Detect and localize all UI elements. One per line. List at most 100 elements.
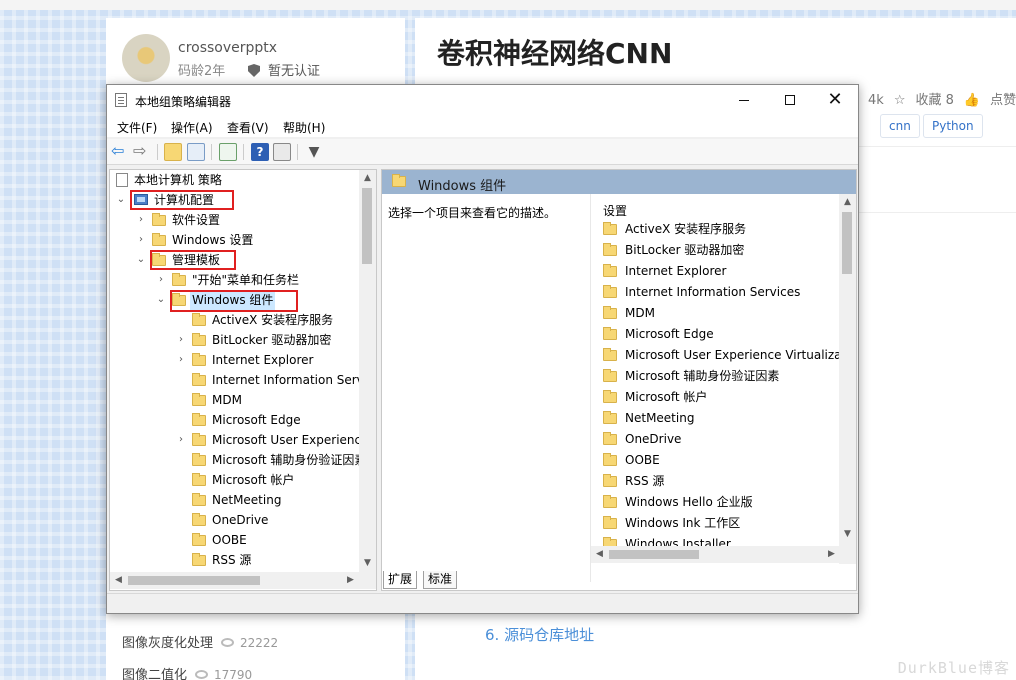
filter-icon[interactable]: ▼ (305, 143, 323, 161)
scrollbar-thumb[interactable] (128, 576, 260, 585)
tag-python[interactable]: Python (923, 114, 983, 138)
folder-icon (603, 222, 617, 235)
status-bar (107, 593, 858, 613)
minimize-button[interactable] (721, 85, 767, 115)
stat-favorites[interactable]: 收藏 8 (915, 93, 953, 108)
settings-item-label: Microsoft 帐户 (625, 390, 708, 404)
star-icon[interactable]: ☆ (894, 93, 906, 108)
tab-standard[interactable]: 标准 (423, 571, 458, 589)
show-tree-icon[interactable] (187, 143, 205, 161)
view-count: 22222 (240, 636, 279, 650)
column-header-settings[interactable]: 设置 (603, 202, 627, 219)
scrollbar-thumb[interactable] (609, 550, 699, 559)
tree-vertical-scrollbar[interactable]: ▲ ▼ (359, 170, 376, 572)
chevron-down-icon[interactable]: ⌄ (156, 290, 166, 310)
thumb-icon[interactable]: 👍 (964, 93, 980, 108)
toolbar-separator (243, 144, 244, 160)
settings-horizontal-scrollbar[interactable]: ◀ ▶ (591, 546, 856, 563)
toolbar-separator (297, 144, 298, 160)
related-article[interactable]: 图像灰度化处理 22222 (122, 632, 278, 651)
chevron-right-icon[interactable]: › (156, 270, 166, 290)
settings-vertical-scrollbar[interactable]: ▲ ▼ (839, 194, 856, 564)
settings-item-label: Microsoft User Experience Virtualizatic (625, 348, 856, 362)
up-folder-icon[interactable] (164, 143, 182, 161)
chevron-right-icon[interactable]: › (176, 430, 186, 450)
author-name[interactable]: crossoverpptx (178, 40, 277, 56)
policy-icon (116, 173, 128, 187)
folder-icon (192, 473, 206, 486)
folder-icon (603, 348, 617, 361)
tree-horizontal-scrollbar[interactable]: ◀ ▶ (110, 572, 376, 589)
folder-icon (152, 213, 166, 226)
tree-item-label: 软件设置 (172, 213, 221, 227)
scroll-left-icon[interactable]: ◀ (110, 572, 127, 589)
eye-icon (195, 670, 209, 679)
settings-list: 设置 ActiveX 安装程序服务 BitLocker 驱动器加密 Internet… (590, 194, 856, 582)
properties-icon[interactable] (273, 143, 291, 161)
export-list-icon[interactable] (219, 143, 237, 161)
maximize-button[interactable] (767, 85, 813, 115)
scroll-up-icon[interactable]: ▲ (359, 170, 376, 187)
menu-action[interactable]: 操作(A) (171, 119, 213, 136)
folder-icon (192, 453, 206, 466)
menu-bar: 文件(F) 操作(A) 查看(V) 帮助(H) (107, 115, 858, 137)
author-avatar[interactable] (122, 34, 170, 82)
settings-item-label: Internet Information Services (625, 285, 801, 299)
folder-icon (603, 306, 617, 319)
description-text: 选择一个项目来查看它的描述。 (388, 206, 557, 220)
scroll-down-icon[interactable]: ▼ (839, 526, 856, 543)
chevron-down-icon[interactable]: ⌄ (136, 250, 146, 270)
browser-top-strip (0, 0, 1016, 10)
tree-item-label: Internet Explorer (212, 353, 314, 367)
tree-item-label: Microsoft User Experience (212, 433, 369, 447)
related-article[interactable]: 图像二值化 17790 (122, 664, 252, 680)
scrollbar-thumb[interactable] (842, 212, 852, 274)
settings-item-label: Windows Ink 工作区 (625, 516, 741, 530)
chevron-right-icon[interactable]: › (176, 330, 186, 350)
menu-file[interactable]: 文件(F) (117, 119, 157, 136)
chevron-down-icon[interactable]: ⌄ (116, 190, 126, 210)
menu-help[interactable]: 帮助(H) (283, 119, 325, 136)
eye-icon (221, 638, 235, 647)
folder-icon (152, 233, 166, 246)
highlight-box (150, 250, 236, 270)
folder-icon (192, 533, 206, 546)
scroll-right-icon[interactable]: ▶ (823, 546, 840, 563)
tag-cnn[interactable]: cnn (880, 114, 920, 138)
tree-item-label: "开始"菜单和任务栏 (192, 273, 300, 287)
folder-icon (192, 553, 206, 566)
back-icon[interactable]: ⇦ (111, 143, 129, 161)
maximize-icon (785, 95, 795, 105)
menu-view[interactable]: 查看(V) (227, 119, 269, 136)
folder-icon (192, 313, 206, 326)
folder-icon (192, 373, 206, 386)
details-pane: Windows 组件 选择一个项目来查看它的描述。 设置 ActiveX 安装程… (381, 169, 857, 591)
related-article-title[interactable]: 图像灰度化处理 (122, 636, 213, 651)
chevron-right-icon[interactable]: › (136, 210, 146, 230)
title-bar[interactable]: 本地组策略编辑器 ✕ (107, 85, 858, 115)
author-age: 码龄2年 (178, 64, 226, 79)
toc-link[interactable]: 6. 源码仓库地址 (485, 624, 594, 645)
details-header-title: Windows 组件 (418, 179, 507, 194)
scroll-right-icon[interactable]: ▶ (342, 572, 359, 589)
divider (858, 212, 1016, 213)
scroll-down-icon[interactable]: ▼ (359, 555, 376, 572)
settings-item-label: Microsoft 辅助身份验证因素 (625, 369, 780, 383)
forward-icon[interactable]: ⇨ (133, 143, 151, 161)
related-article-title[interactable]: 图像二值化 (122, 668, 187, 680)
help-icon[interactable]: ? (251, 143, 269, 161)
tree-item-label: MDM (212, 393, 242, 407)
tab-extended[interactable]: 扩展 (383, 571, 418, 589)
settings-item-label: BitLocker 驱动器加密 (625, 243, 745, 257)
chevron-right-icon[interactable]: › (176, 350, 186, 370)
scroll-up-icon[interactable]: ▲ (839, 194, 856, 211)
stat-likes[interactable]: 点赞数 (990, 93, 1016, 108)
close-button[interactable]: ✕ (812, 85, 858, 115)
chevron-right-icon[interactable]: › (136, 230, 146, 250)
tree-item-label: ActiveX 安装程序服务 (212, 313, 334, 327)
author-cert-label: 暂无认证 (268, 64, 321, 79)
scroll-left-icon[interactable]: ◀ (591, 546, 608, 563)
tree-item-label: Windows 设置 (172, 233, 254, 247)
scrollbar-thumb[interactable] (362, 188, 372, 264)
folder-icon (192, 493, 206, 506)
